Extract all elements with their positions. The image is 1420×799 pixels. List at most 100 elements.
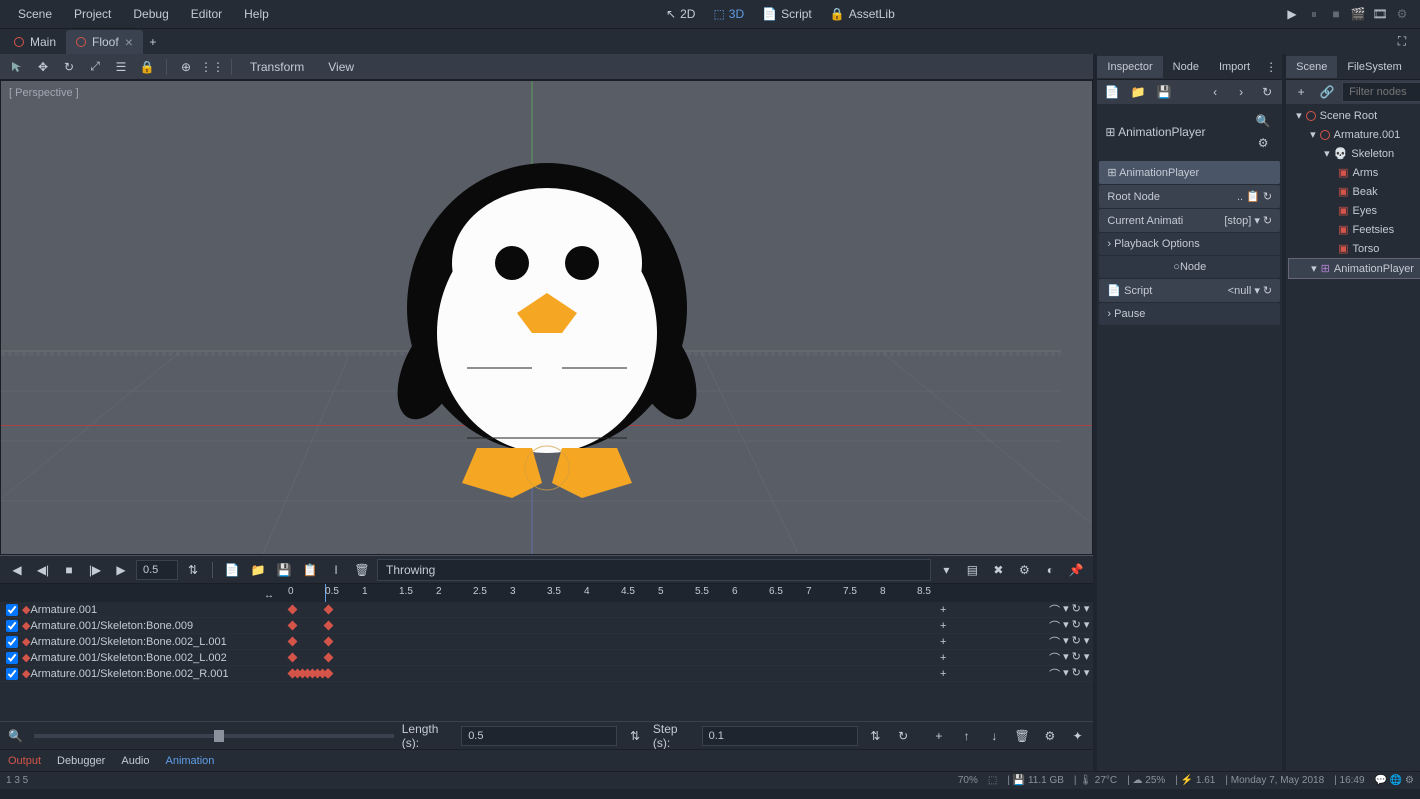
inspector-name-row[interactable]: ⊞ AnimationPlayer — [1099, 161, 1280, 184]
mode-2d[interactable]: ↖ 2D — [658, 3, 703, 25]
anim-name-input[interactable] — [377, 559, 931, 581]
spinner-icon[interactable]: ⇅ — [866, 725, 886, 747]
timeline-ruler[interactable]: ↔ 00.511.522.533.544.555.566.577.588.5 — [0, 584, 1093, 602]
link-node-icon[interactable]: 🔗 — [1316, 81, 1338, 103]
stop-icon[interactable]: ■ — [1326, 4, 1346, 24]
track-checkbox[interactable] — [6, 636, 18, 648]
tree-node[interactable]: ▾ Armature.001 👁 — [1288, 125, 1420, 144]
add-tab-icon[interactable]: + — [143, 32, 163, 52]
track-loop-icon[interactable]: ↻ — [1072, 602, 1081, 618]
move-down-icon[interactable]: ↓ — [985, 725, 1005, 747]
menu-scene[interactable]: Scene — [8, 3, 62, 25]
filter-nodes-input[interactable] — [1342, 82, 1420, 102]
anim-tool-icon[interactable]: ⚙ — [1013, 559, 1035, 581]
track-interp-icon[interactable]: ▾ — [1063, 634, 1069, 650]
anim-time-input[interactable] — [136, 560, 178, 580]
track-row[interactable]: ◆ Armature.001/Skeleton:Bone.009 + ⌒ ▾ ↻… — [0, 618, 1093, 634]
track-more-icon[interactable]: ▾ — [1084, 618, 1090, 634]
move-tool-icon[interactable]: ✥ — [32, 56, 54, 78]
anim-prev-icon[interactable]: ◀| — [32, 559, 54, 581]
mode-assetlib[interactable]: 🔒 AssetLib — [822, 3, 903, 25]
inspector-pause-row[interactable]: › Pause — [1099, 303, 1280, 325]
tree-node[interactable]: ▣ Eyes 👁 — [1288, 201, 1420, 220]
remove-track-icon[interactable]: 🗑 — [1012, 725, 1032, 747]
track-loop-icon[interactable]: ↻ — [1072, 618, 1081, 634]
history-icon[interactable]: ↻ — [1256, 81, 1278, 103]
menu-help[interactable]: Help — [234, 3, 279, 25]
spinner-icon[interactable]: ⇅ — [182, 559, 204, 581]
play-scene-icon[interactable]: 🎬 — [1348, 4, 1368, 24]
tree-node[interactable]: ▾ Scene Root 👁🎬 — [1288, 106, 1420, 125]
tab-debugger[interactable]: Debugger — [57, 755, 105, 767]
menu-debug[interactable]: Debug — [123, 3, 178, 25]
anim-play-icon[interactable]: ▶ — [110, 559, 132, 581]
list-tool-icon[interactable]: ☰ — [110, 56, 132, 78]
anim-next-icon[interactable]: |▶ — [84, 559, 106, 581]
anim-stop-icon[interactable]: ■ — [58, 559, 80, 581]
view-menu[interactable]: View — [318, 56, 364, 78]
tree-node[interactable]: ▣ Feetsies 👁 — [1288, 220, 1420, 239]
track-more-icon[interactable]: ▾ — [1084, 634, 1090, 650]
viewport-3d[interactable]: [ Perspective ] — [0, 80, 1093, 555]
track-row[interactable]: ◆ Armature.001/Skeleton:Bone.002_L.001 +… — [0, 634, 1093, 650]
track-row[interactable]: ◆ Armature.001 + ⌒ ▾ ↻ ▾ — [0, 602, 1093, 618]
expand-icon[interactable]: ⛶ — [1392, 32, 1412, 52]
settings-icon[interactable]: ⚙ — [1252, 132, 1274, 154]
tab-audio[interactable]: Audio — [121, 755, 149, 767]
lock-tool-icon[interactable]: 🔒 — [136, 56, 158, 78]
new-resource-icon[interactable]: 📄 — [1101, 81, 1123, 103]
move-up-icon[interactable]: ↑ — [957, 725, 977, 747]
tree-node[interactable]: ▣ Torso 👁 — [1288, 239, 1420, 258]
transform-menu[interactable]: Transform — [240, 56, 314, 78]
add-track-icon[interactable]: + — [929, 725, 949, 747]
anim-save-icon[interactable]: 💾 — [273, 559, 295, 581]
inspector-currentanim-row[interactable]: Current Animati [stop] ▾ ↻ — [1099, 209, 1280, 232]
mode-script[interactable]: 📄 Script — [754, 3, 820, 25]
track-wrap-icon[interactable]: ⌒ — [1049, 618, 1060, 634]
tree-node[interactable]: ▾ ⊞ AnimationPlayer 👁 — [1288, 258, 1420, 279]
tab-animation[interactable]: Animation — [166, 755, 215, 767]
track-row[interactable]: ◆ Armature.001/Skeleton:Bone.002_R.001 +… — [0, 666, 1093, 682]
search-icon[interactable]: 🔍 — [1252, 110, 1274, 132]
panel-tab-inspector[interactable]: Inspector — [1097, 56, 1162, 78]
blend-icon[interactable]: ✖ — [987, 559, 1009, 581]
tree-node[interactable]: ▣ Arms 👁 — [1288, 163, 1420, 182]
history-fwd-icon[interactable]: › — [1230, 81, 1252, 103]
track-more-icon[interactable]: ▾ — [1084, 666, 1090, 682]
panel-tab-filesystem[interactable]: FileSystem — [1337, 56, 1411, 78]
anim-first-icon[interactable]: ◀ — [6, 559, 28, 581]
close-icon[interactable]: × — [125, 34, 133, 50]
scale-tool-icon[interactable]: ⤢ — [84, 56, 106, 78]
panel-tab-import[interactable]: Import — [1209, 56, 1260, 78]
tree-node[interactable]: ▣ Beak 👁 — [1288, 182, 1420, 201]
track-checkbox[interactable] — [6, 652, 18, 664]
add-key-icon[interactable]: + — [940, 636, 946, 648]
track-more-icon[interactable]: ▾ — [1084, 602, 1090, 618]
snap-tool-icon[interactable]: ⋮⋮ — [201, 56, 223, 78]
track-checkbox[interactable] — [6, 604, 18, 616]
add-key-icon[interactable]: + — [940, 604, 946, 616]
track-wrap-icon[interactable]: ⌒ — [1049, 666, 1060, 682]
zoom-slider[interactable] — [34, 734, 394, 738]
track-wrap-icon[interactable]: ⌒ — [1049, 602, 1060, 618]
anim-delete-icon[interactable]: 🗑 — [351, 559, 373, 581]
open-resource-icon[interactable]: 📁 — [1127, 81, 1149, 103]
pause-icon[interactable]: ⏸ — [1304, 4, 1324, 24]
onion-icon[interactable]: ◐ — [1039, 559, 1061, 581]
add-key-icon[interactable]: + — [940, 652, 946, 664]
track-loop-icon[interactable]: ↻ — [1072, 666, 1081, 682]
spinner-icon[interactable]: ⇅ — [625, 725, 645, 747]
loop-icon[interactable]: ↻ — [893, 725, 913, 747]
menu-project[interactable]: Project — [64, 3, 121, 25]
cleanup-icon[interactable]: ✦ — [1068, 725, 1088, 747]
save-resource-icon[interactable]: 💾 — [1153, 81, 1175, 103]
rotate-tool-icon[interactable]: ↻ — [58, 56, 80, 78]
track-row[interactable]: ◆ Armature.001/Skeleton:Bone.002_L.002 +… — [0, 650, 1093, 666]
inspector-rootnode-row[interactable]: Root Node .. 📋 ↻ — [1099, 185, 1280, 208]
play-icon[interactable]: ▶ — [1282, 4, 1302, 24]
track-loop-icon[interactable]: ↻ — [1072, 650, 1081, 666]
track-interp-icon[interactable]: ▾ — [1063, 666, 1069, 682]
anim-rename-icon[interactable]: I — [325, 559, 347, 581]
anim-dropdown-icon[interactable]: ▾ — [935, 559, 957, 581]
add-key-icon[interactable]: + — [940, 668, 946, 680]
